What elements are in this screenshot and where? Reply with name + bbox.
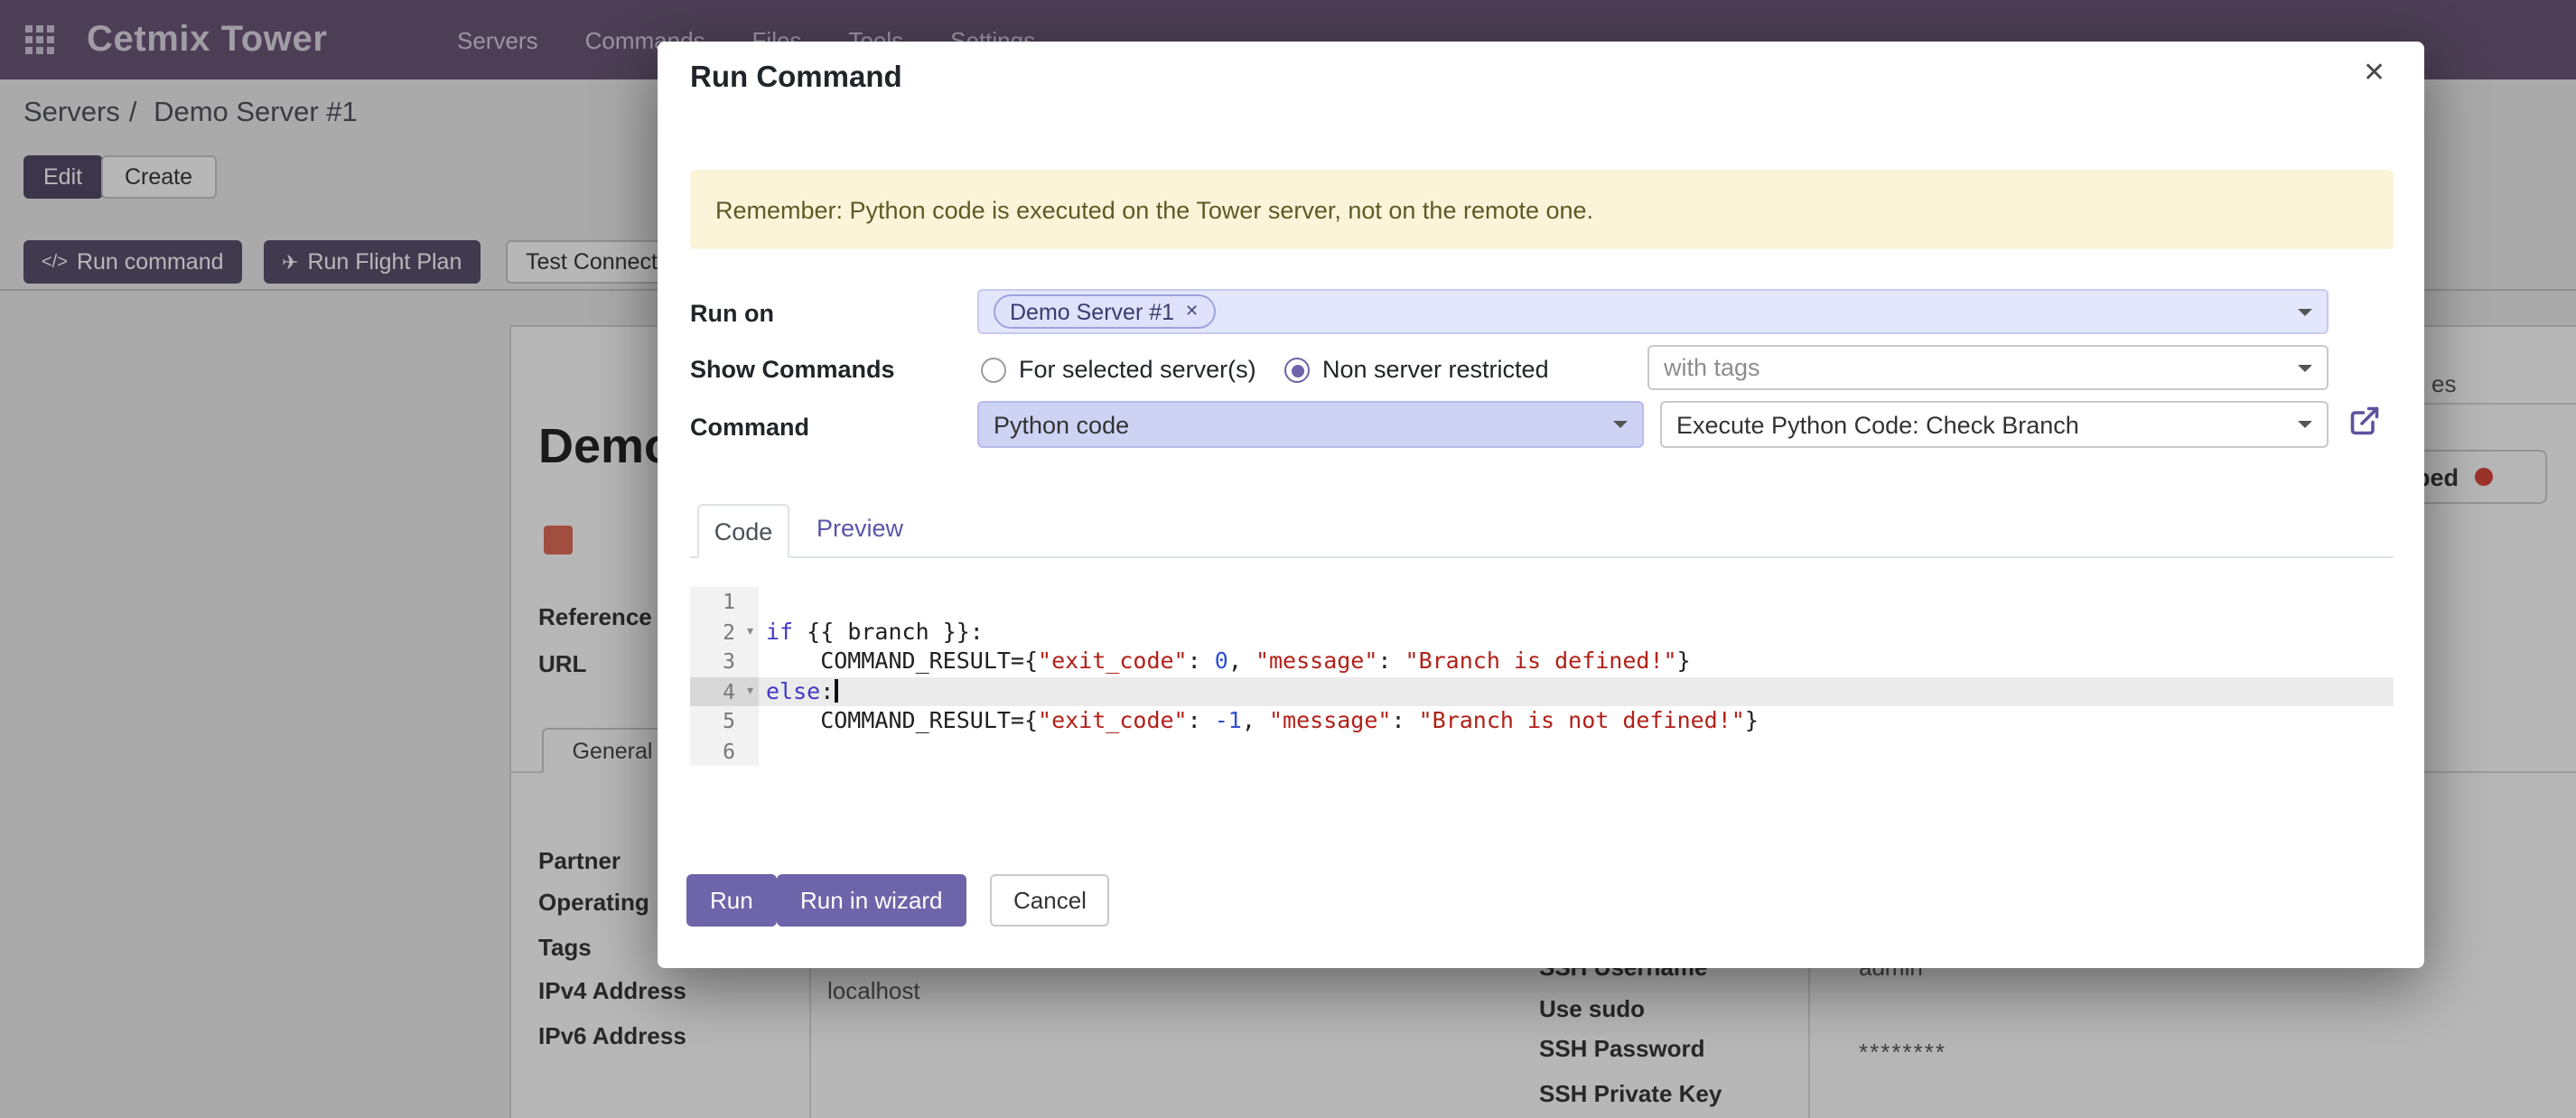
code-line[interactable]: 4▾else:: [690, 676, 2394, 706]
code-line-content: COMMAND_RESULT={"exit_code": 0, "message…: [759, 647, 2394, 676]
run-command-modal: Run Command ✕ Remember: Python code is e…: [658, 42, 2424, 968]
label-run-on: Run on: [690, 300, 774, 327]
radio-label-for-selected-servers[interactable]: For selected server(s): [1019, 356, 1256, 383]
code-line-content: [759, 587, 2394, 617]
code-line[interactable]: 2▾if {{ branch }}:: [690, 617, 2394, 647]
fold-arrow-icon[interactable]: ▾: [745, 617, 755, 647]
command-type-select[interactable]: Python code: [977, 401, 1644, 448]
warning-alert: Remember: Python code is executed on the…: [690, 170, 2394, 249]
label-command: Command: [690, 414, 809, 441]
command-type-value: Python code: [994, 411, 1129, 438]
line-number: 1: [690, 587, 759, 617]
remove-tag-icon[interactable]: ✕: [1185, 302, 1199, 321]
run-on-field[interactable]: Demo Server #1 ✕: [977, 289, 2329, 334]
code-line-content: if {{ branch }}:: [759, 617, 2394, 647]
line-number: 5: [690, 706, 759, 736]
command-select[interactable]: Execute Python Code: Check Branch: [1660, 401, 2329, 448]
server-tag-chip[interactable]: Demo Server #1 ✕: [994, 294, 1215, 329]
code-editor[interactable]: 12▾if {{ branch }}:3 COMMAND_RESULT={"ex…: [690, 587, 2394, 766]
line-number: 6: [690, 736, 759, 766]
code-line[interactable]: 3 COMMAND_RESULT={"exit_code": 0, "messa…: [690, 647, 2394, 676]
line-number: 4▾: [690, 676, 759, 706]
tab-preview[interactable]: Preview: [817, 515, 903, 542]
server-tag-label: Demo Server #1: [1010, 299, 1174, 324]
run-in-wizard-button[interactable]: Run in wizard: [777, 874, 966, 927]
tab-code[interactable]: Code: [697, 504, 789, 558]
line-number: 3: [690, 647, 759, 676]
close-icon[interactable]: ✕: [2363, 56, 2385, 89]
fold-arrow-icon[interactable]: ▾: [745, 676, 755, 706]
code-line-content: [759, 736, 2394, 766]
text-cursor: [834, 678, 837, 702]
with-tags-placeholder: with tags: [1664, 354, 1760, 381]
tabs-divider: [690, 556, 2394, 558]
code-line[interactable]: 5 COMMAND_RESULT={"exit_code": -1, "mess…: [690, 706, 2394, 736]
with-tags-select[interactable]: with tags: [1647, 345, 2329, 390]
code-line[interactable]: 1: [690, 587, 2394, 617]
line-number: 2▾: [690, 617, 759, 647]
alert-text: Remember: Python code is executed on the…: [715, 196, 1593, 223]
run-button[interactable]: Run: [686, 874, 777, 927]
modal-title: Run Command: [690, 61, 902, 96]
label-show-commands: Show Commands: [690, 356, 895, 383]
code-line-content: COMMAND_RESULT={"exit_code": -1, "messag…: [759, 706, 2394, 736]
command-value: Execute Python Code: Check Branch: [1676, 411, 2079, 438]
code-line[interactable]: 6: [690, 736, 2394, 766]
code-line-content: else:: [759, 676, 2394, 706]
radio-label-non-server-restricted[interactable]: Non server restricted: [1322, 356, 1549, 383]
radio-for-selected-servers[interactable]: [981, 358, 1006, 383]
cancel-button[interactable]: Cancel: [990, 874, 1110, 927]
radio-non-server-restricted[interactable]: [1284, 358, 1310, 383]
external-link-icon[interactable]: [2348, 405, 2381, 437]
